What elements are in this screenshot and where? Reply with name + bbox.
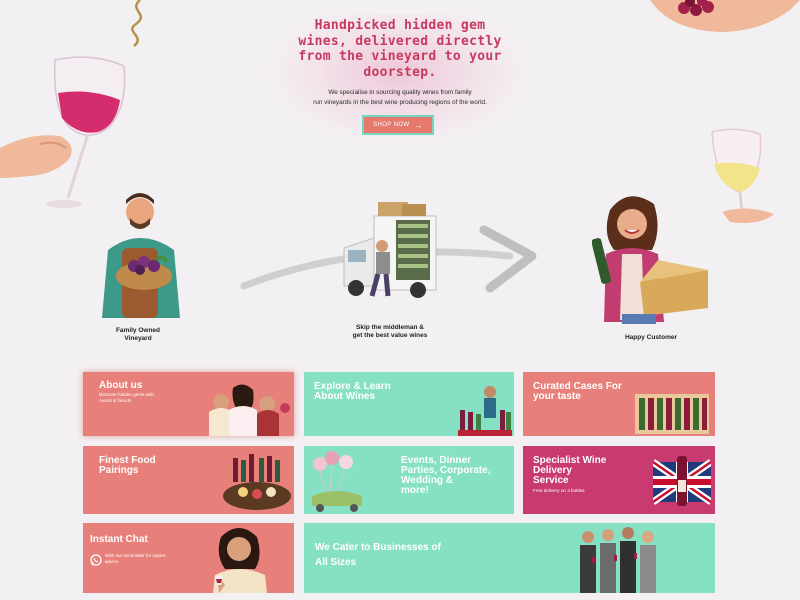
hero-subtitle-line: We specialise in sourcing quality wines … [328,89,472,96]
events-tile[interactable]: Events, Dinner Parties, Corporate, Weddi… [304,446,514,514]
explore-learn-title: Explore & Learn About Wines [314,382,391,402]
hero-title-line: from the vineyard to your [298,49,502,64]
shop-now-button[interactable]: SHOP NOW → [362,115,434,135]
hand-grapes-illustration [650,0,800,32]
vineyard-farmer-illustration [102,193,180,318]
delivery-van-illustration [343,202,437,298]
hero-title-line: Handpicked hidden gem [314,18,486,33]
food-pairings-title-line: Pairings [99,465,139,476]
food-platter-image [223,454,291,510]
uk-flag-wine-image [653,456,711,506]
hand-wine-glass-left-illustration [0,56,126,208]
hero-subtitle-line: run vineyards in the best wine producing… [313,99,487,106]
specialist-delivery-description: Free delivery on 3 bottles [533,488,585,493]
delivery-caption-line: get the best value wines [352,332,428,339]
events-title: Events, Dinner Parties, Corporate, Weddi… [401,456,490,496]
businesses-title: We Cater to Businesses of All Sizes [315,540,441,570]
specialist-delivery-title: Specialist Wine Delivery Service [533,456,606,486]
events-title-line: more! [401,485,429,496]
hero-title-line: wines, delivered directly [298,33,502,49]
balloons-car-image [312,451,362,512]
delivery-caption: Skip the middleman & get the best value … [340,324,440,340]
about-us-title: About us [99,380,143,391]
hero-subtitle: We specialise in sourcing quality wines … [296,88,504,108]
businesses-title-line: We Cater to Businesses of [315,542,441,553]
vineyard-caption: Family Owned Vineyard [100,327,176,343]
sommelier-image [213,528,267,593]
ribbon-decoration [131,0,143,47]
arrow-right-icon: → [414,120,423,130]
specialist-delivery-title-line: Service [533,475,569,486]
explore-learn-title-line: About Wines [314,391,376,402]
food-pairings-title: Finest Food Pairings [99,456,156,476]
vineyard-caption-line: Vineyard [124,335,152,342]
about-us-people-image [209,384,290,436]
wine-case-image [635,394,709,434]
vineyard-caption-line: Family Owned [115,327,161,334]
business-people-image [580,527,656,593]
landing-page: Handpicked hidden gem wines, delivered d… [0,0,800,600]
hero-title-line: doorstep. [363,64,437,80]
delivery-caption-line: Skip the middleman & [356,324,424,331]
businesses-tile[interactable]: We Cater to Businesses of All Sizes [304,523,715,593]
food-pairings-tile[interactable]: Finest Food Pairings [83,446,294,514]
instant-chat-title: Instant Chat [90,534,148,545]
customer-caption: Happy Customer [624,334,677,341]
curated-cases-title-line: your taste [533,391,581,402]
shop-now-label: SHOP NOW [373,122,410,128]
instant-chat-description: With our sommelier for expert advice [105,553,165,565]
instant-chat-tile[interactable]: Instant Chat With our sommelier for expe… [83,523,294,593]
instant-chat-description-line: advice [105,559,119,564]
businesses-title-line: All Sizes [315,557,357,568]
about-us-description-line: Avanti & friends [99,398,132,403]
specialist-delivery-tile[interactable]: Specialist Wine Delivery Service Free de… [523,446,715,514]
wine-bottles-image [458,386,512,436]
whatsapp-icon [90,554,102,566]
hero-title: Handpicked hidden gem wines, delivered d… [290,18,510,80]
happy-customer-illustration [592,196,708,324]
about-us-description: Discover hidden gems with Avanti & frien… [99,392,154,404]
explore-learn-tile[interactable]: Explore & Learn About Wines [304,372,514,436]
about-us-tile[interactable]: About us Discover hidden gems with Avant… [83,372,294,436]
curated-cases-title: Curated Cases For your taste [533,382,622,402]
curated-cases-tile[interactable]: Curated Cases For your taste [523,372,715,436]
